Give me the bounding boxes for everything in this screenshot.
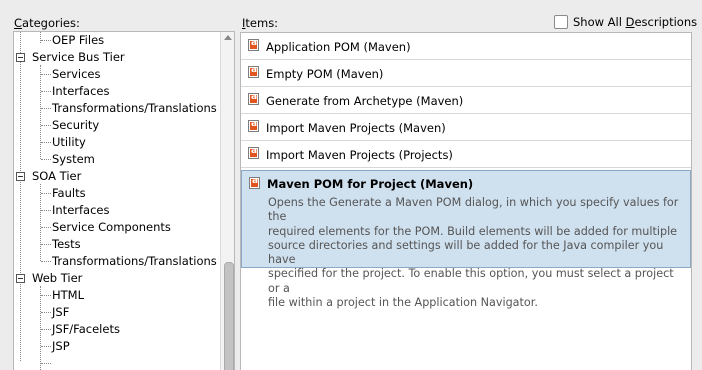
list-item[interactable]: Import Maven Projects (Maven) — [241, 114, 691, 141]
collapse-icon[interactable] — [16, 274, 25, 283]
checkbox-box[interactable] — [554, 15, 568, 29]
list-item[interactable]: Generate from Archetype (Maven) — [241, 87, 691, 114]
scroll-up-icon[interactable] — [224, 35, 232, 40]
tree-connector — [41, 227, 51, 228]
show-all-descriptions-checkbox[interactable]: Show All Descriptions — [554, 15, 697, 29]
maven-archetype-icon — [248, 38, 259, 51]
item-label: Generate from Archetype (Maven) — [266, 94, 464, 108]
scrollbar-thumb[interactable] — [224, 262, 234, 370]
tree-connector — [41, 108, 51, 109]
tree-connector — [41, 40, 51, 41]
item-label: Application POM (Maven) — [266, 40, 411, 54]
categories-tree[interactable]: OEP Files Service Bus Tier Services Inte… — [13, 31, 235, 370]
description-line: source directories and settings will be … — [268, 238, 664, 267]
show-all-descriptions-label: Show All Descriptions — [573, 15, 698, 29]
list-item[interactable]: Application POM (Maven) — [241, 33, 691, 60]
list-item[interactable]: Import Maven Projects (Projects) — [241, 141, 691, 168]
tree-connector — [41, 244, 51, 245]
item-label: Import Maven Projects (Maven) — [266, 121, 446, 135]
tree-connector — [41, 74, 51, 75]
description-line: file within a project in the Application… — [268, 296, 538, 310]
tree-root-guide — [20, 32, 21, 361]
tree-connector — [41, 125, 51, 126]
tree-connector — [41, 210, 51, 211]
items-list[interactable]: Application POM (Maven) Empty POM (Maven… — [240, 32, 692, 370]
item-label: Empty POM (Maven) — [266, 67, 384, 81]
list-item-selected[interactable]: Maven POM for Project (Maven) Opens the … — [241, 170, 691, 309]
tree-connector — [41, 312, 51, 313]
tree-connector — [41, 329, 51, 330]
tree-connector — [41, 346, 51, 347]
item-label: Maven POM for Project (Maven) — [267, 177, 474, 191]
description-line: required elements for the POM. Build ele… — [268, 224, 678, 238]
maven-archetype-icon — [248, 65, 259, 78]
tree-connector — [41, 261, 51, 262]
tree-connector — [41, 91, 51, 92]
tree-connector — [41, 159, 51, 160]
item-description: Opens the Generate a Maven POM dialog, i… — [268, 196, 684, 310]
maven-archetype-icon — [248, 146, 259, 159]
tree-guide — [40, 65, 41, 159]
description-line: Opens the Generate a Maven POM dialog, i… — [268, 196, 679, 224]
maven-archetype-icon — [249, 176, 260, 189]
tree-connector — [41, 193, 51, 194]
categories-label: Categories: — [14, 16, 80, 30]
tree-guide — [40, 286, 41, 370]
collapse-icon[interactable] — [16, 53, 25, 62]
item-label: Import Maven Projects (Projects) — [266, 148, 453, 162]
maven-archetype-icon — [248, 92, 259, 105]
description-line: specified for the project. To enable thi… — [268, 267, 674, 295]
tree-guide — [40, 32, 41, 43]
tree-connector — [41, 295, 51, 296]
list-item[interactable]: Empty POM (Maven) — [241, 60, 691, 87]
collapse-icon[interactable] — [16, 172, 25, 181]
tree-connector — [41, 142, 51, 143]
categories-scrollbar[interactable] — [220, 32, 234, 370]
tree-connector — [41, 363, 51, 364]
items-label: Items: — [242, 16, 279, 30]
maven-archetype-icon — [248, 119, 259, 132]
tree-guide — [40, 184, 41, 261]
